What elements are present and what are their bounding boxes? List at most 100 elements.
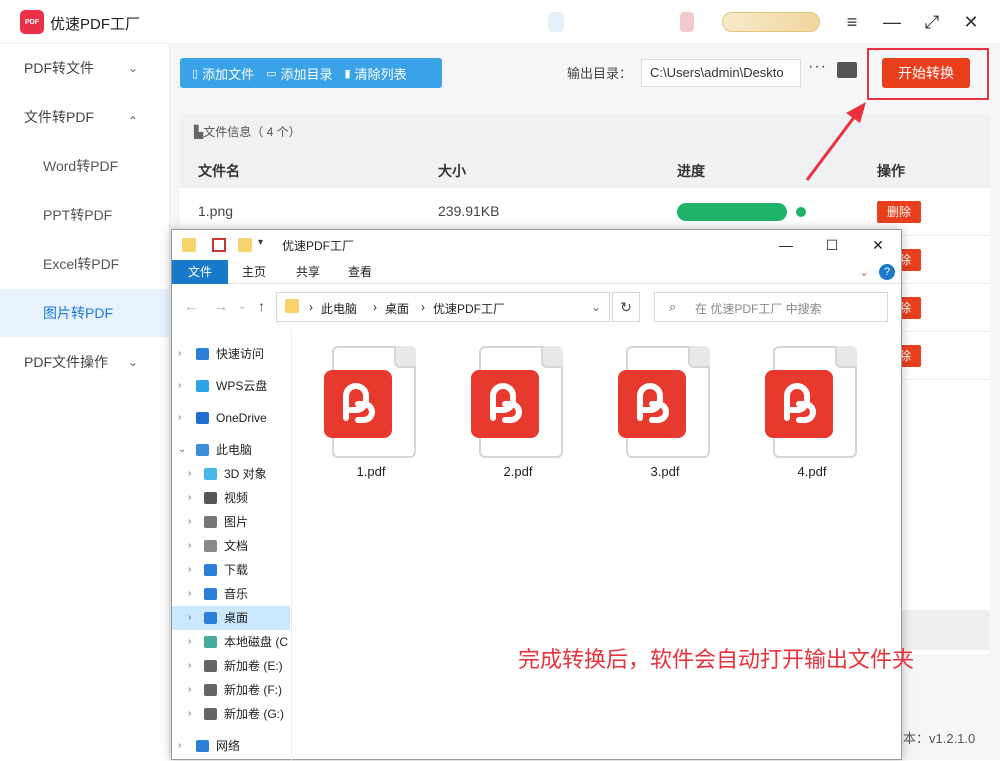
nav-item-documents[interactable]: › 文档 xyxy=(172,534,290,558)
crumb-pc[interactable]: 此电脑 xyxy=(321,300,357,317)
nav-item-local-disk-c[interactable]: › 本地磁盘 (C xyxy=(172,630,290,654)
delete-button[interactable]: 删除 xyxy=(877,201,921,223)
expand-icon[interactable]: › xyxy=(188,702,191,726)
nav-item-downloads[interactable]: › 下载 xyxy=(172,558,290,582)
expand-icon[interactable]: › xyxy=(188,558,191,582)
tab-home[interactable]: 主页 xyxy=(232,260,276,284)
user-badge[interactable] xyxy=(722,12,820,32)
expand-icon[interactable]: › xyxy=(188,462,191,486)
sidebar-item-pdf-ops[interactable]: PDF文件操作 ⌄ xyxy=(0,338,170,386)
nav-item-volume-e[interactable]: › 新加卷 (E:) xyxy=(172,654,290,678)
expand-icon[interactable]: › xyxy=(178,734,181,758)
nav-item-music[interactable]: › 音乐 xyxy=(172,582,290,606)
pdf-icon xyxy=(765,370,833,438)
sidebar-item-label: Word转PDF xyxy=(43,158,119,174)
ribbon-expand-icon[interactable]: ⌄ xyxy=(856,260,872,284)
expand-icon[interactable]: ⌄ xyxy=(178,438,186,462)
nav-item-videos[interactable]: › 视频 xyxy=(172,486,290,510)
dropdown-icon[interactable]: ⌄ xyxy=(238,301,246,312)
nav-item-label: 下载 xyxy=(224,563,249,577)
maximize-icon[interactable]: ☐ xyxy=(809,230,855,260)
add-dir-button[interactable]: ▭ 添加目录 xyxy=(260,64,338,83)
tab-view[interactable]: 查看 xyxy=(338,260,382,284)
expand-icon[interactable]: › xyxy=(178,374,181,398)
pdf-logo-icon xyxy=(490,383,522,423)
pdf-file-item[interactable]: 3.pdf xyxy=(590,340,740,480)
nav-item-3d-objects[interactable]: › 3D 对象 xyxy=(172,462,290,486)
pdf-file-item[interactable]: 4.pdf xyxy=(737,340,887,480)
forward-icon[interactable]: → xyxy=(214,298,228,314)
sidebar-item-label: 图片转PDF xyxy=(43,305,113,321)
expand-icon[interactable]: › xyxy=(188,606,191,630)
clear-list-button[interactable]: ▮ 清除列表 xyxy=(339,64,413,83)
nav-item-network[interactable]: › 网络 xyxy=(172,734,290,758)
tab-share[interactable]: 共享 xyxy=(286,260,330,284)
minimize-icon[interactable]: — xyxy=(882,12,902,32)
file-actions-group: ▯ 添加文件 ▭ 添加目录 ▮ 清除列表 xyxy=(180,58,442,88)
sidebar-item-ppt-to-pdf[interactable]: PPT转PDF xyxy=(0,191,170,239)
sidebar-item-pdf-to-file[interactable]: PDF转文件 ⌄ xyxy=(0,44,170,92)
nav-item-volume-g[interactable]: › 新加卷 (G:) xyxy=(172,702,290,726)
maximize-icon[interactable]: ⤢ xyxy=(922,12,942,32)
open-folder-icon[interactable] xyxy=(837,62,857,78)
nav-item-label: 文档 xyxy=(224,539,249,553)
folder-icon xyxy=(285,299,299,313)
blurred-status xyxy=(680,12,694,32)
sidebar-item-image-to-pdf[interactable]: 图片转PDF xyxy=(0,289,170,337)
sidebar-item-file-to-pdf[interactable]: 文件转PDF ⌃ xyxy=(0,93,170,141)
expand-icon[interactable]: › xyxy=(188,582,191,606)
network-icon xyxy=(196,740,209,752)
volume-f-icon xyxy=(204,684,217,696)
sidebar-item-label: 文件转PDF xyxy=(24,109,94,125)
up-icon[interactable]: ↑ xyxy=(258,298,265,314)
nav-item-onedrive[interactable]: › OneDrive xyxy=(172,406,290,430)
back-icon[interactable]: ← xyxy=(184,298,198,314)
chevron-down-icon[interactable]: ▾ xyxy=(258,237,272,251)
expand-icon[interactable]: › xyxy=(188,630,191,654)
crumb-desktop[interactable]: 桌面 xyxy=(385,300,409,317)
expand-icon[interactable]: › xyxy=(188,678,191,702)
new-folder-icon[interactable] xyxy=(238,238,252,252)
menu-icon[interactable]: ≡ xyxy=(842,12,862,32)
search-input[interactable]: ⌕ 在 优速PDF工厂 中搜索 xyxy=(654,292,888,322)
nav-item-volume-f[interactable]: › 新加卷 (F:) xyxy=(172,678,290,702)
volume-e-icon xyxy=(204,660,217,672)
more-options-button[interactable]: ··· xyxy=(808,58,827,76)
title-bar: PDF 优速PDF工厂 ≡ — ⤢ ✕ xyxy=(0,0,1000,44)
expand-icon[interactable]: › xyxy=(188,534,191,558)
output-dir-field[interactable]: C:\Users\admin\Deskto xyxy=(641,59,801,87)
nav-item-label: 新加卷 (G:) xyxy=(224,707,284,721)
expand-icon[interactable]: › xyxy=(188,510,191,534)
expand-icon[interactable]: › xyxy=(188,486,191,510)
nav-item-pictures[interactable]: › 图片 xyxy=(172,510,290,534)
trash-icon: ▮ xyxy=(344,67,351,80)
col-progress: 进度 xyxy=(677,163,705,179)
nav-item-quick-access[interactable]: › 快速访问 xyxy=(172,342,290,366)
close-icon[interactable]: ✕ xyxy=(961,12,981,32)
refresh-button[interactable]: ↻ xyxy=(612,292,640,322)
pdf-file-item[interactable]: 2.pdf xyxy=(443,340,593,480)
sidebar-item-word-to-pdf[interactable]: Word转PDF xyxy=(0,142,170,190)
nav-item-label: 快速访问 xyxy=(216,347,265,361)
nav-item-desktop[interactable]: › 桌面 xyxy=(172,606,290,630)
col-name: 文件名 xyxy=(198,163,240,179)
address-bar[interactable]: › 此电脑 › 桌面 › 优速PDF工厂 ⌄ xyxy=(276,292,610,322)
expand-icon[interactable]: › xyxy=(178,342,181,366)
minimize-icon[interactable]: — xyxy=(763,230,809,260)
pdf-file-item[interactable]: 1.pdf xyxy=(296,340,446,480)
help-icon[interactable]: ? xyxy=(879,264,895,280)
pictures-icon xyxy=(204,516,217,528)
expand-icon[interactable]: › xyxy=(188,654,191,678)
chevron-down-icon[interactable]: ⌄ xyxy=(591,300,601,314)
sidebar-item-excel-to-pdf[interactable]: Excel转PDF xyxy=(0,240,170,288)
expand-icon[interactable]: › xyxy=(178,406,181,430)
add-file-button[interactable]: ▯ 添加文件 xyxy=(186,64,260,83)
clear-list-label: 清除列表 xyxy=(354,66,407,82)
crumb-folder[interactable]: 优速PDF工厂 xyxy=(433,300,505,317)
toolbar: ▯ 添加文件 ▭ 添加目录 ▮ 清除列表 输出目录： C:\Users\admin\D… xyxy=(170,44,1000,102)
close-icon[interactable]: ✕ xyxy=(855,230,901,260)
properties-icon[interactable] xyxy=(212,238,226,252)
nav-item-wps-cloud[interactable]: › WPS云盘 xyxy=(172,374,290,398)
tab-file[interactable]: 文件 xyxy=(172,260,228,284)
nav-item-this-pc[interactable]: ⌄ 此电脑 xyxy=(172,438,290,462)
